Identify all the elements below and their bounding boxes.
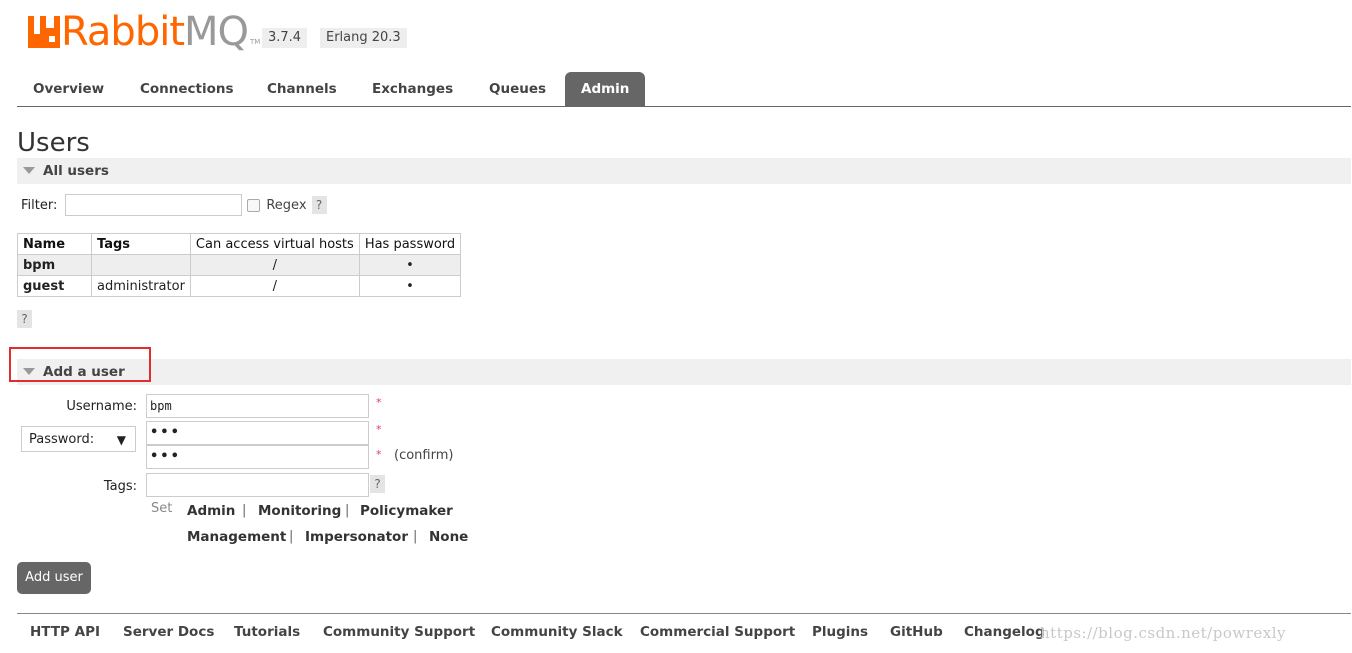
password-type-value: Password: — [29, 432, 95, 447]
column-header-vhosts: Can access virtual hosts — [189, 233, 360, 255]
tab-queues[interactable]: Queues — [473, 72, 562, 106]
tab-connections[interactable]: Connections — [124, 72, 250, 106]
tag-option-monitoring[interactable]: Monitoring — [258, 503, 341, 519]
tag-separator: | — [413, 529, 418, 544]
password-input[interactable]: ••• — [146, 421, 369, 445]
footer-divider — [17, 613, 1351, 614]
tab-exchanges[interactable]: Exchanges — [356, 72, 469, 106]
add-user-button[interactable]: Add user — [17, 562, 91, 594]
erlang-version-badge: Erlang 20.3 — [320, 28, 407, 48]
users-filter-row: Filter: Regex ? — [21, 193, 327, 217]
password-confirm-input[interactable]: ••• — [146, 445, 369, 469]
password-type-select[interactable]: Password: ▼ — [21, 426, 136, 452]
tag-option-policymaker[interactable]: Policymaker — [360, 503, 453, 519]
confirm-required-mark: * — [376, 448, 382, 461]
logo-trademark: TM — [250, 38, 261, 46]
tag-separator: | — [345, 503, 350, 518]
tags-input[interactable] — [146, 473, 369, 497]
watermark-text: https://blog.csdn.net/powrexly — [1040, 624, 1286, 642]
all-users-heading: All users — [43, 163, 109, 179]
footer-link-server-docs[interactable]: Server Docs — [123, 624, 214, 640]
tag-separator: | — [242, 503, 247, 518]
tab-admin[interactable]: Admin — [565, 72, 646, 106]
column-header-has-password: Has password — [358, 233, 462, 255]
footer-link-community-slack[interactable]: Community Slack — [491, 624, 623, 640]
highlight-box — [9, 347, 151, 382]
app-header: RabbitMQ TM — [28, 8, 260, 52]
regex-label: Regex — [266, 197, 307, 213]
footer-link-changelog[interactable]: Changelog — [964, 624, 1045, 640]
user-vhosts: / — [189, 254, 360, 276]
footer-link-http-api[interactable]: HTTP API — [30, 624, 100, 640]
user-vhosts: / — [189, 275, 360, 297]
regex-checkbox[interactable] — [247, 198, 261, 212]
footer-link-commercial-support[interactable]: Commercial Support — [640, 624, 795, 640]
set-tags-label: Set — [151, 501, 173, 516]
rabbitmq-logo-icon — [28, 16, 60, 48]
tag-option-none[interactable]: None — [429, 529, 468, 545]
footer-link-tutorials[interactable]: Tutorials — [234, 624, 300, 640]
user-name-link[interactable]: guest — [17, 275, 92, 297]
users-table: Name Tags Can access virtual hosts Has p… — [17, 233, 462, 297]
user-tags — [91, 254, 191, 276]
rabbitmq-version-badge: 3.7.4 — [262, 28, 308, 48]
user-tags: administrator — [91, 275, 191, 297]
all-users-section-header[interactable]: All users — [17, 158, 1351, 184]
footer-link-plugins[interactable]: Plugins — [812, 624, 868, 640]
tag-option-admin[interactable]: Admin — [187, 503, 235, 519]
tags-help-button[interactable]: ? — [370, 475, 385, 493]
main-nav-tabs: Overview Connections Channels Exchanges … — [17, 72, 1351, 107]
password-required-mark: * — [376, 423, 382, 436]
tags-label: Tags: — [103, 479, 137, 494]
tag-option-management[interactable]: Management — [187, 529, 286, 545]
user-has-password: • — [358, 275, 462, 297]
tab-channels[interactable]: Channels — [251, 72, 353, 106]
tag-separator: | — [289, 529, 294, 544]
user-has-password: • — [358, 254, 462, 276]
tab-overview[interactable]: Overview — [17, 72, 120, 106]
confirm-label: (confirm) — [394, 448, 454, 463]
tag-option-impersonator[interactable]: Impersonator — [305, 529, 408, 545]
filter-help-button[interactable]: ? — [311, 196, 327, 214]
column-header-tags: Tags — [91, 233, 191, 255]
filter-input[interactable] — [65, 194, 243, 216]
column-header-name: Name — [17, 233, 92, 255]
filter-label: Filter: — [21, 197, 58, 213]
page-title: Users — [17, 128, 90, 158]
rabbitmq-logo[interactable]: RabbitMQ TM — [28, 12, 260, 52]
logo-wordmark: RabbitMQ — [61, 9, 249, 55]
footer-link-github[interactable]: GitHub — [890, 624, 943, 640]
dropdown-arrow-icon: ▼ — [116, 433, 126, 447]
table-row: bpm / • — [17, 254, 462, 276]
username-input[interactable]: bpm — [146, 394, 369, 418]
table-row: guest administrator / • — [17, 275, 462, 297]
user-name-link[interactable]: bpm — [17, 254, 92, 276]
footer-link-community-support[interactable]: Community Support — [323, 624, 475, 640]
add-user-section-header[interactable]: Add a user — [17, 359, 1351, 385]
users-table-help-button[interactable]: ? — [17, 310, 32, 328]
username-required-mark: * — [376, 396, 382, 409]
collapse-triangle-icon — [23, 167, 35, 174]
username-label: Username: — [66, 399, 137, 414]
